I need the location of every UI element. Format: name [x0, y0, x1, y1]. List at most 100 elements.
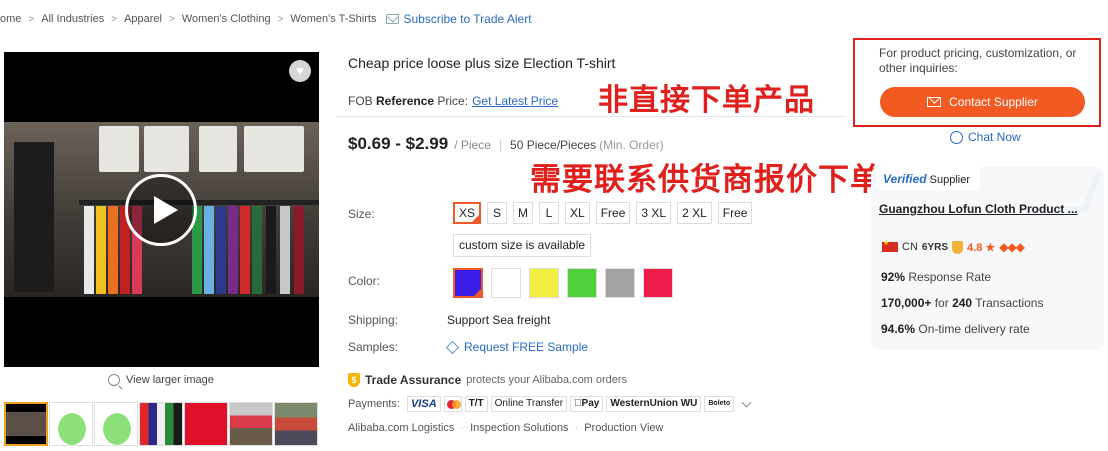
china-flag-icon — [882, 239, 898, 252]
color-swatch-green[interactable] — [567, 268, 597, 298]
folded-cloth — [228, 206, 238, 294]
fob-prefix: FOB — [348, 94, 377, 108]
contact-supplier-button[interactable]: Contact Supplier — [880, 87, 1085, 117]
supplier-name-link[interactable]: Guangzhou Lofun Cloth Product ... — [879, 202, 1078, 216]
size-option-3xl[interactable]: 3 XL — [636, 202, 672, 224]
services-row: Alibaba.com Logistics · Inspection Solut… — [348, 422, 663, 434]
gold-medal-icon — [952, 240, 964, 254]
folded-cloth — [96, 206, 106, 294]
samples-label: Samples: — [348, 340, 399, 354]
size-option-m[interactable]: M — [513, 202, 534, 224]
get-latest-price-link[interactable]: Get Latest Price — [472, 94, 558, 108]
folded-cloth — [280, 206, 290, 294]
color-options — [453, 268, 673, 298]
product-title: Cheap price loose plus size Election T-s… — [348, 55, 616, 71]
subscribe-trade-alert-link[interactable]: Subscribe to Trade Alert — [386, 12, 532, 26]
size-option-free-2[interactable]: Free — [717, 202, 753, 224]
price-row: $0.69 - $2.99 / Piece | 50 Piece/Pieces … — [348, 134, 664, 154]
apple-pay-icon: Pay — [570, 396, 604, 412]
size-option-s[interactable]: S — [487, 202, 508, 224]
chat-now-link[interactable]: Chat Now — [950, 130, 1021, 144]
color-swatch-white[interactable] — [491, 268, 521, 298]
zoom-icon — [108, 374, 120, 386]
package-icon — [445, 340, 460, 354]
breadcrumb-home[interactable]: ome — [0, 13, 21, 25]
price-unit: / Piece — [454, 138, 491, 152]
selected-check-icon — [471, 214, 481, 223]
boleto-icon: Boleto — [704, 396, 735, 412]
trade-assurance: $ Trade Assurance protects your Alibaba.… — [348, 373, 627, 387]
breadcrumb-separator: > — [28, 13, 35, 25]
thumbnail-green-tshirt[interactable] — [49, 402, 93, 446]
trade-assurance-shield-icon: $ — [348, 373, 360, 387]
supplier-years: 6YRS — [921, 241, 949, 253]
chevron-down-icon[interactable] — [741, 397, 752, 407]
breadcrumb-separator: > — [277, 13, 284, 25]
thumbnail-video[interactable] — [4, 402, 48, 446]
verified-supplier-badge: Verified Supplier — [877, 167, 980, 191]
supplier-card: Verified Supplier Guangzhou Lofun Cloth … — [871, 167, 1104, 350]
favorite-heart-icon[interactable]: ♥ — [289, 60, 311, 82]
color-swatch-yellow[interactable] — [529, 268, 559, 298]
payments-label: Payments: — [348, 398, 400, 410]
separator: · — [460, 422, 465, 434]
on-time-delivery-value: 94.6% — [881, 322, 916, 336]
supplier-country: CN — [902, 241, 918, 253]
size-option-free[interactable]: Free — [595, 202, 631, 224]
thumbnail-red-fabric[interactable] — [184, 402, 228, 446]
color-swatch-gray[interactable] — [605, 268, 635, 298]
play-button-icon[interactable] — [125, 174, 197, 246]
on-time-delivery-text: On-time delivery rate — [915, 322, 1030, 336]
fob-price-row: FOB Reference Price: Get Latest Price — [348, 94, 558, 108]
price-range: $0.69 - $2.99 — [348, 134, 449, 153]
logistics-link[interactable]: Alibaba.com Logistics — [348, 422, 454, 434]
inspection-link[interactable]: Inspection Solutions — [470, 422, 568, 434]
thumbnail-crowd[interactable] — [274, 402, 318, 446]
breadcrumb-womens-tshirts[interactable]: Women's T-Shirts — [290, 13, 376, 25]
breadcrumb-womens-clothing[interactable]: Women's Clothing — [182, 13, 271, 25]
fob-suffix: Price: — [434, 94, 469, 108]
color-label: Color: — [348, 274, 381, 288]
folded-cloth — [108, 206, 118, 294]
clothes-rail — [79, 200, 319, 205]
breadcrumb: ome > All Industries > Apparel > Women's… — [0, 11, 532, 27]
view-larger-label: View larger image — [126, 374, 214, 386]
tt-icon: T/T — [464, 396, 488, 412]
breadcrumb-apparel[interactable]: Apparel — [124, 13, 162, 25]
transactions-count: 240 — [952, 296, 973, 310]
shipping-value: Support Sea freight — [447, 313, 551, 327]
color-swatch-blue[interactable] — [453, 268, 483, 298]
size-option-2xl[interactable]: 2 XL — [677, 202, 712, 224]
folded-cloth — [240, 206, 250, 294]
thumbnail-color-swatches[interactable] — [139, 402, 183, 446]
size-option-l[interactable]: L — [539, 202, 560, 224]
thumbnail-green-tshirt[interactable] — [94, 402, 138, 446]
trade-assurance-title[interactable]: Trade Assurance — [365, 373, 461, 387]
product-video[interactable]: ♥ — [4, 52, 319, 367]
request-free-sample-link[interactable]: Request FREE Sample — [445, 340, 588, 354]
subscribe-label: Subscribe to Trade Alert — [403, 12, 532, 26]
folded-cloth — [252, 206, 262, 294]
production-view-link[interactable]: Production View — [584, 422, 663, 434]
separator: | — [498, 138, 503, 152]
custom-size-option[interactable]: custom size is available — [453, 234, 592, 257]
annotation-not-direct-order: 非直接下单产品 — [598, 83, 815, 118]
size-option-xl[interactable]: XL — [565, 202, 590, 224]
view-larger-image-link[interactable]: View larger image — [108, 374, 214, 386]
color-swatch-red[interactable] — [643, 268, 673, 298]
payments-row: Payments: VISA T/T Online Transfer Pay … — [348, 396, 752, 412]
breadcrumb-all-industries[interactable]: All Industries — [41, 13, 104, 25]
size-option-xs[interactable]: XS — [453, 202, 482, 224]
supplier-rating: 4.8 ★ — [967, 241, 996, 254]
folded-cloth — [84, 206, 94, 294]
dark-garment — [14, 142, 54, 292]
diamond-level-icon: ◆◆◆ — [999, 240, 1025, 254]
hanging-shirt — [199, 126, 237, 172]
verified-word: Verified — [883, 172, 927, 186]
contact-supplier-label: Contact Supplier — [949, 95, 1038, 109]
breadcrumb-separator: > — [169, 13, 175, 25]
hanging-shirt — [144, 126, 189, 172]
mastercard-icon — [443, 396, 462, 412]
thumbnail-crowd[interactable] — [229, 402, 273, 446]
inquiry-prompt: For product pricing, customization, or o… — [879, 46, 1077, 75]
